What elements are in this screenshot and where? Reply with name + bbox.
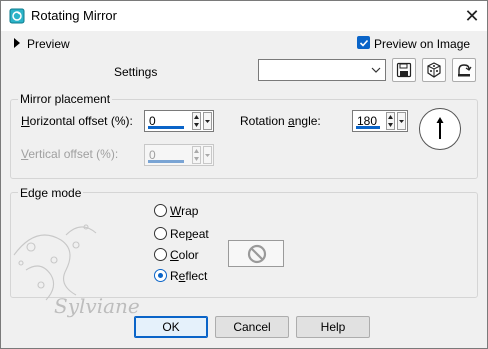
spin-up-down-icon[interactable] [386, 112, 395, 130]
value-underline [148, 160, 184, 163]
vertical-offset-label: Vertical offset (%): [21, 147, 119, 161]
app-icon [9, 8, 25, 24]
reset-icon [458, 64, 472, 77]
vertical-offset-spin-buttons [191, 145, 213, 165]
triangle-right-icon [14, 38, 20, 48]
disabled-icon [247, 244, 267, 264]
cancel-button[interactable]: Cancel [215, 316, 289, 338]
rotation-angle-dial[interactable] [419, 108, 461, 150]
radio-repeat-label[interactable]: Repeat [170, 227, 209, 241]
spin-dropdown-icon [203, 146, 212, 164]
edge-color-swatch [228, 240, 284, 267]
window-title: Rotating Mirror [31, 8, 117, 23]
radio-color-label[interactable]: Color [170, 248, 199, 262]
reset-button[interactable] [452, 58, 476, 82]
value-underline [356, 126, 380, 129]
rotation-angle-label: Rotation angle: [240, 114, 321, 128]
spin-up-down-icon[interactable] [192, 112, 201, 130]
randomize-button[interactable] [422, 58, 446, 82]
horizontal-offset-field[interactable]: 0 [144, 110, 214, 132]
preview-toggle-label: Preview [27, 37, 70, 51]
dice-icon [427, 62, 441, 78]
close-button[interactable]: ✕ [460, 4, 484, 28]
watermark-text: Sylviane [54, 294, 140, 318]
horizontal-offset-label: Horizontal offset (%): [21, 114, 133, 128]
checkmark-icon [359, 39, 369, 47]
dial-arrow-icon [436, 117, 444, 139]
rotation-angle-field[interactable]: 180 [352, 110, 408, 132]
horizontal-offset-spin-buttons[interactable] [191, 111, 213, 131]
save-icon [396, 62, 412, 78]
settings-combo[interactable] [258, 59, 386, 81]
preview-on-image-label: Preview on Image [374, 37, 471, 51]
edge-mode-title: Edge mode [18, 186, 84, 200]
spin-dropdown-icon[interactable] [397, 112, 406, 130]
rotation-angle-spin-buttons[interactable] [385, 111, 407, 131]
preview-on-image-checkbox[interactable] [357, 36, 370, 49]
radio-wrap-label[interactable]: Wrap [170, 204, 198, 218]
radio-reflect-label[interactable]: Reflect [170, 269, 207, 283]
help-button[interactable]: Help [296, 316, 370, 338]
chevron-down-icon [371, 67, 381, 73]
close-icon: ✕ [464, 6, 480, 26]
spin-up-down-icon [192, 146, 201, 164]
spin-dropdown-icon[interactable] [203, 112, 212, 130]
settings-label: Settings [114, 65, 158, 79]
ok-button[interactable]: OK [134, 316, 208, 338]
watermark-logo: Sylviane [6, 215, 156, 328]
mirror-placement-title: Mirror placement [18, 92, 113, 106]
preview-toggle[interactable]: Preview [14, 37, 70, 51]
save-preset-button[interactable] [392, 58, 416, 82]
vertical-offset-field: 0 [144, 144, 214, 166]
value-underline [148, 126, 184, 129]
